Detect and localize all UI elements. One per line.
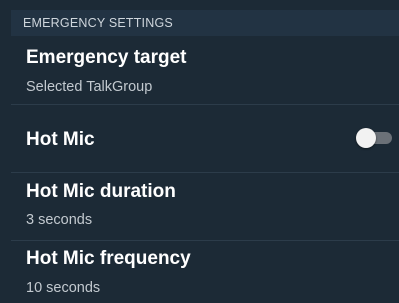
section-header: EMERGENCY SETTINGS xyxy=(11,10,399,36)
hot-mic-duration-title: Hot Mic duration xyxy=(26,181,176,202)
hot-mic-toggle[interactable] xyxy=(356,128,392,148)
hot-mic-frequency-value: 10 seconds xyxy=(26,280,101,296)
emergency-settings-screen: EMERGENCY SETTINGS Emergency target Sele… xyxy=(0,0,399,303)
hot-mic-setting[interactable]: Hot Mic xyxy=(11,105,399,171)
emergency-target-value: Selected TalkGroup xyxy=(26,79,153,95)
emergency-target-setting[interactable]: Emergency target Selected TalkGroup xyxy=(11,37,399,103)
toggle-thumb xyxy=(356,128,376,148)
hot-mic-duration-setting[interactable]: Hot Mic duration 3 seconds xyxy=(11,173,399,239)
hot-mic-frequency-title: Hot Mic frequency xyxy=(26,248,191,269)
hot-mic-frequency-setting[interactable]: Hot Mic frequency 10 seconds xyxy=(11,241,399,303)
hot-mic-title: Hot Mic xyxy=(26,129,95,150)
hot-mic-duration-value: 3 seconds xyxy=(26,212,93,228)
section-header-label: EMERGENCY SETTINGS xyxy=(23,16,173,30)
emergency-target-title: Emergency target xyxy=(26,47,187,68)
